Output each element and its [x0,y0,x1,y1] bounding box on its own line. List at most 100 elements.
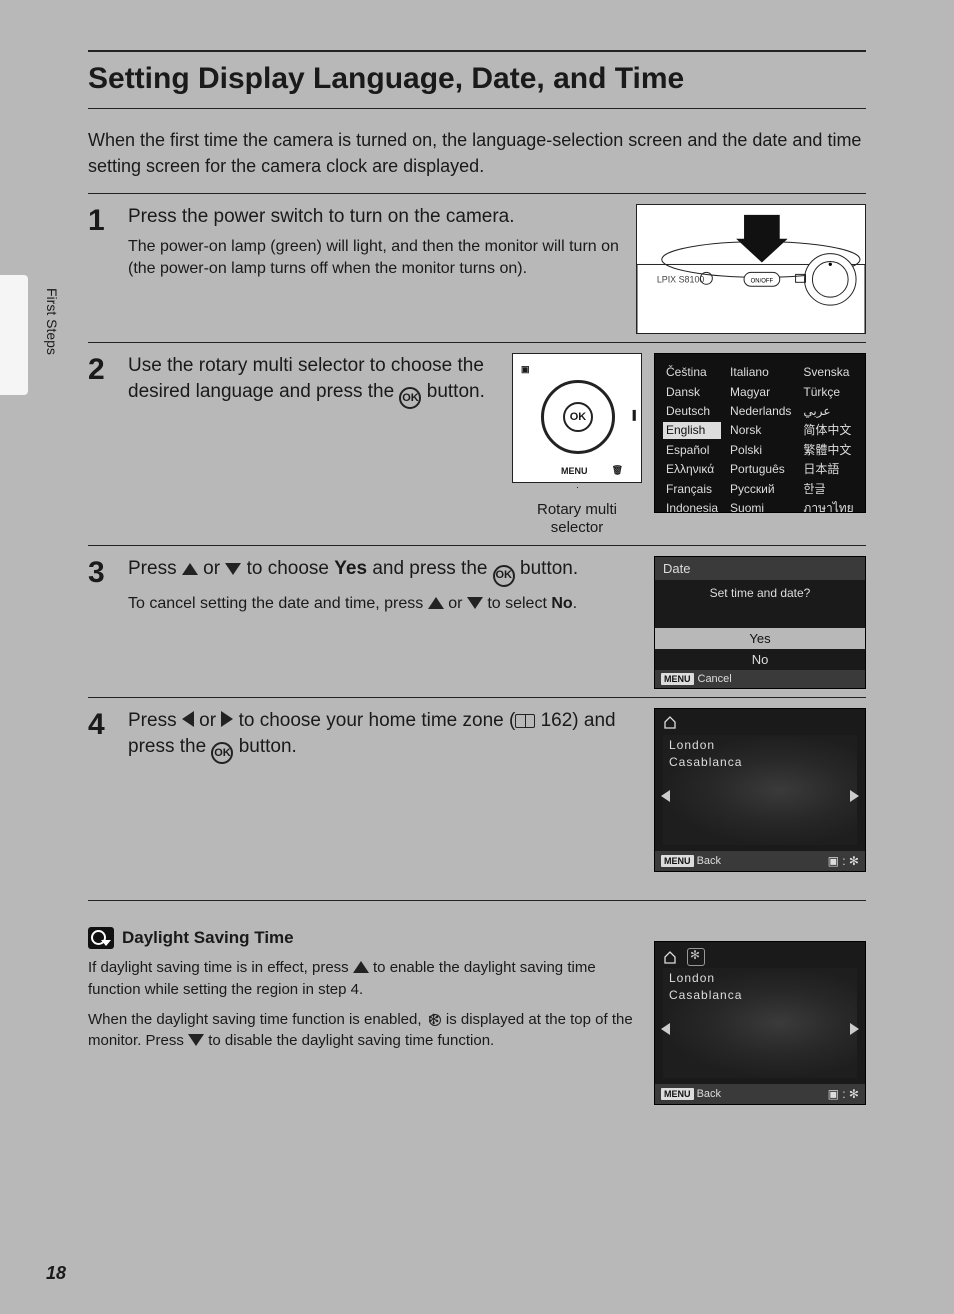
note-icon [88,927,114,949]
language-option: 日本語 [800,461,857,477]
language-option: Français [663,481,721,497]
step-number: 1 [88,204,128,334]
right-arrow-icon [850,1023,859,1035]
side-tab-bg [0,275,28,395]
language-option: Dansk [663,384,721,400]
language-option: 简体中文 [800,422,857,438]
language-option: Čeština [663,364,721,380]
divider [88,193,866,194]
language-option: 한글 [800,481,857,497]
step-2-heading: Use the rotary multi selector to choose … [128,353,500,409]
rotary-caption: Rotary multi selector [512,501,642,537]
step-1-sub: The power-on lamp (green) will light, an… [128,236,624,281]
up-triangle-icon [353,961,369,973]
note-section: Daylight Saving Time If daylight saving … [88,911,866,1105]
up-triangle-icon [428,597,444,609]
menu-chip-icon: MENU [661,1088,694,1100]
language-option: Magyar [727,384,794,400]
date-confirm-screen: Date Set time and date? Yes No MENU Canc… [654,556,866,689]
note-paragraph-1: If daylight saving time is in effect, pr… [88,957,636,1001]
note-paragraph-2: When the daylight saving time function i… [88,1009,636,1053]
note-heading: Daylight Saving Time [122,928,294,948]
model-label: LPIX S8100 [657,275,705,285]
tz-location-2: Casablanca [669,987,742,1004]
left-arrow-icon [661,1023,670,1035]
divider [88,342,866,343]
language-select-screen: Čeština Dansk Deutsch English Español Ελληνικ… [654,353,866,513]
step-2: 2 Use the rotary multi selector to choos… [88,353,866,537]
language-option: Deutsch [663,403,721,419]
date-yes-option: Yes [655,628,865,649]
step-4: 4 Press or to choose your home time zone… [88,708,866,872]
tz-location-2: Casablanca [669,754,742,771]
ok-button-icon: OK [211,742,233,764]
back-label: Back [697,1088,721,1100]
timezone-dst-screen: London Casablanca MENU Back ▣ : ✻ [654,941,866,1105]
step-3-sub: To cancel setting the date and time, pre… [128,593,642,615]
step-1: 1 Press the power switch to turn on the … [88,204,866,334]
tz-location-1: London [669,737,742,754]
language-option: Nederlands [727,403,794,419]
ok-button-icon: OK [399,387,421,409]
language-option: Polski [727,442,794,458]
down-triangle-icon [188,1034,204,1046]
rotary-selector-diagram: OK ▣ MENU 🗑 ▌ Rotary multi selector [512,353,642,537]
step-number: 2 [88,353,128,537]
playback-icon: ▣ [521,364,530,375]
right-triangle-icon [221,711,233,727]
dst-hint-icon: ▣ : ✻ [828,1087,859,1101]
home-icon [663,715,677,729]
back-label: Back [697,855,721,867]
date-screen-title: Date [655,557,865,580]
home-icon [663,950,677,964]
dst-hint-icon: ▣ : ✻ [828,854,859,868]
dst-enabled-icon [687,948,705,966]
step-3: 3 Press or to choose Yes and press the O… [88,556,866,689]
onoff-label: ON/OFF [751,279,774,285]
language-option: Português [727,461,794,477]
language-option: Italiano [727,364,794,380]
language-option: Suomi [727,500,794,516]
timezone-screen: London Casablanca MENU Back ▣ : ✻ [654,708,866,872]
language-option: Ελληνικά [663,461,721,477]
language-option: Español [663,442,721,458]
down-triangle-icon [225,563,241,575]
right-arrow-icon [850,790,859,802]
step-number: 3 [88,556,128,689]
language-option: Svenska [800,364,857,380]
language-option: Русский [727,481,794,497]
page-number: 18 [46,1263,66,1284]
camera-top-diagram: LPIX S8100 ON/OFF ● [636,204,866,334]
language-option: Indonesia [663,500,721,516]
date-no-option: No [655,649,865,670]
step-4-heading: Press or to choose your home time zone (… [128,708,642,764]
menu-chip-icon: MENU [661,855,694,867]
left-arrow-icon [661,790,670,802]
menu-label-icon: MENU [561,466,588,476]
ok-button-icon: OK [493,565,515,587]
step-1-heading: Press the power switch to turn on the ca… [128,204,624,230]
tz-location-1: London [669,970,742,987]
divider [88,900,866,901]
cancel-label: Cancel [698,673,732,685]
down-triangle-icon [467,597,483,609]
language-option: English [663,422,721,438]
page-title: Setting Display Language, Date, and Time [88,50,866,109]
language-option: ภาษาไทย [800,500,857,516]
menu-chip-icon: MENU [661,673,694,685]
divider [88,697,866,698]
up-triangle-icon [182,563,198,575]
language-option: عربي [800,403,857,419]
step-number: 4 [88,708,128,872]
intro-text: When the first time the camera is turned… [88,127,866,179]
date-screen-question: Set time and date? [655,586,865,600]
svg-text:●: ● [828,260,833,269]
ok-center-icon: OK [563,402,593,432]
left-triangle-icon [182,711,194,727]
section-tab-label: First Steps [44,288,60,355]
language-option: Norsk [727,422,794,438]
language-option: 繁體中文 [800,442,857,458]
step-3-heading: Press or to choose Yes and press the OK … [128,556,642,586]
dst-sun-icon [426,1011,442,1027]
trash-icon: 🗑 [612,465,623,476]
